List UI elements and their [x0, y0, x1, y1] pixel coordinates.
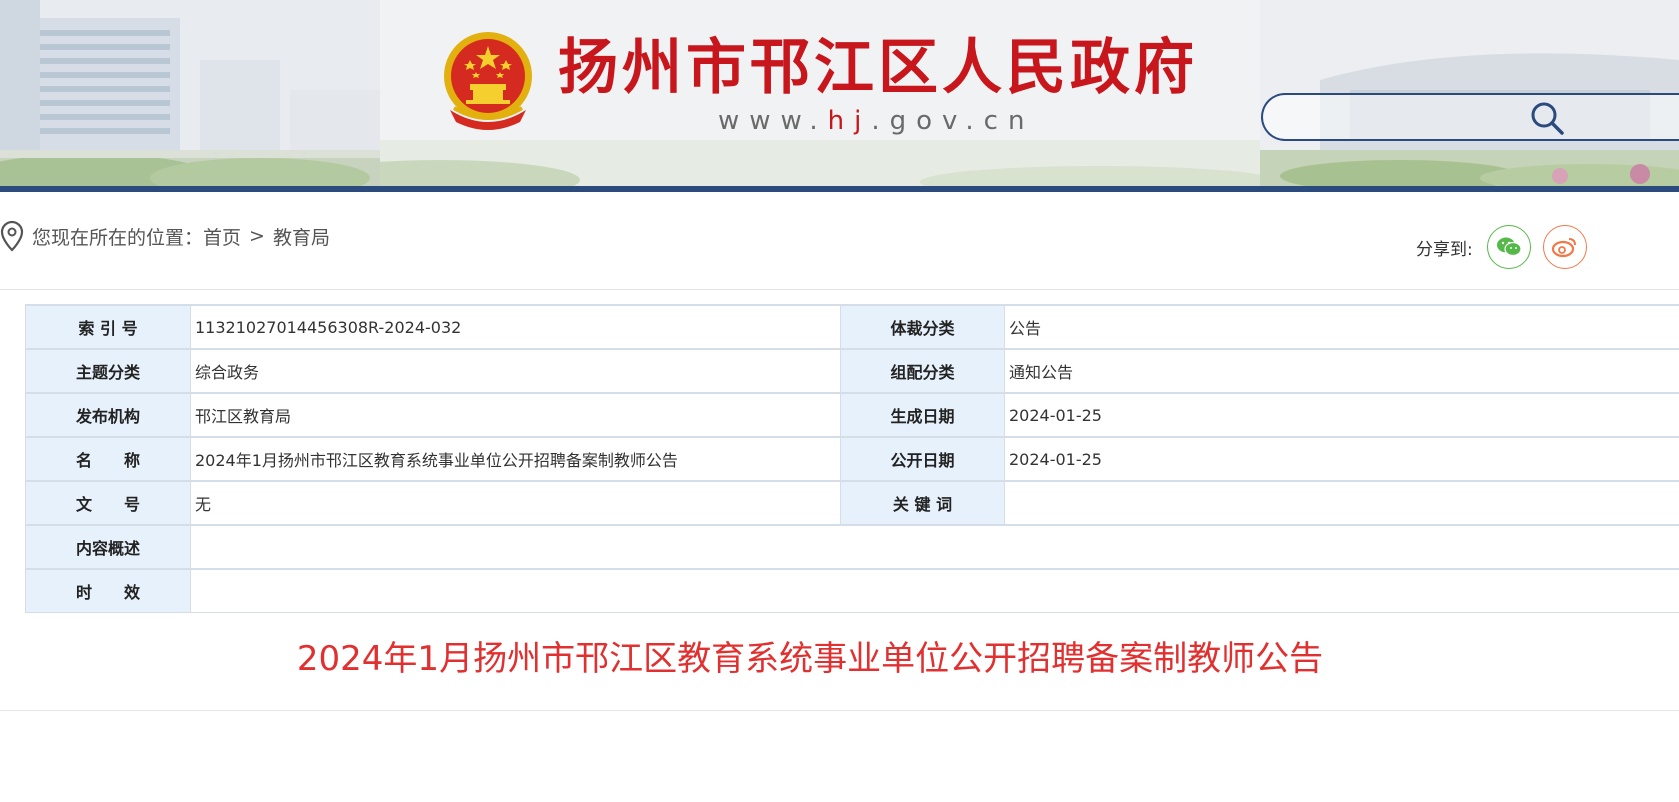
article-title-divider: [0, 710, 1679, 711]
index-number-label: 索 引 号: [25, 304, 191, 350]
header-bottom-bar: [0, 186, 1679, 192]
genre-label: 体裁分类: [840, 304, 1005, 350]
publish-date-label: 公开日期: [840, 436, 1005, 482]
site-url-highlight: hj: [827, 106, 872, 136]
table-row: 索 引 号 11321027014456308R-2024-032 体裁分类 公…: [25, 304, 1679, 350]
doc-name-label: 名 称: [25, 436, 191, 482]
grouping-category-value: 通知公告: [1004, 348, 1679, 394]
summary-value: [190, 524, 1679, 570]
table-row: 时 效: [25, 568, 1679, 613]
share-weibo-button[interactable]: [1542, 225, 1587, 269]
breadcrumb-separator: >: [249, 225, 265, 247]
table-row: 发布机构 邗江区教育局 生成日期 2024-01-25: [25, 392, 1679, 438]
topic-category-label: 主题分类: [25, 348, 191, 394]
publisher-value: 邗江区教育局: [190, 392, 841, 438]
breadcrumb-home-link[interactable]: 首页: [203, 223, 241, 250]
weibo-icon: [1551, 238, 1576, 258]
keywords-value: [1004, 480, 1679, 526]
doc-number-label: 文 号: [25, 480, 191, 526]
table-row: 文 号 无 关 键 词: [25, 480, 1679, 526]
search-box: [1261, 93, 1679, 141]
topic-category-value: 综合政务: [190, 348, 841, 394]
table-row: 名 称 2024年1月扬州市邗江区教育系统事业单位公开招聘备案制教师公告 公开日…: [25, 436, 1679, 482]
grouping-category-label: 组配分类: [840, 348, 1005, 394]
article-title: 2024年1月扬州市邗江区教育系统事业单位公开招聘备案制教师公告: [296, 639, 1324, 679]
site-url-suffix: .gov.cn: [871, 106, 1035, 136]
index-number-value: 11321027014456308R-2024-032: [190, 304, 841, 350]
site-header: 扬州市邗江区人民政府 www.hj.gov.cn: [0, 0, 1679, 186]
publisher-label: 发布机构: [25, 392, 191, 438]
doc-name-value: 2024年1月扬州市邗江区教育系统事业单位公开招聘备案制教师公告: [190, 436, 841, 482]
genre-value: 公告: [1004, 304, 1679, 350]
table-row: 主题分类 综合政务 组配分类 通知公告: [25, 348, 1679, 394]
validity-label: 时 效: [25, 568, 191, 613]
breadcrumb-divider: [0, 289, 1679, 290]
share-wechat-button[interactable]: [1486, 225, 1531, 269]
keywords-label: 关 键 词: [840, 480, 1005, 526]
created-date-label: 生成日期: [840, 392, 1005, 438]
search-input[interactable]: [1283, 103, 1527, 133]
publish-date-value: 2024-01-25: [1004, 436, 1679, 482]
location-pin-icon: [0, 220, 24, 252]
doc-number-value: 无: [190, 480, 841, 526]
summary-label: 内容概述: [25, 524, 191, 570]
created-date-value: 2024-01-25: [1004, 392, 1679, 438]
national-emblem-icon: [440, 30, 536, 134]
site-url-prefix: www.: [718, 106, 828, 136]
validity-value: [190, 568, 1679, 613]
site-title: 扬州市邗江区人民政府: [558, 33, 1198, 103]
wechat-icon: [1496, 237, 1522, 257]
share-label: 分享到:: [1416, 239, 1473, 260]
breadcrumb: 您现在所在的位置： 首页 > 教育局: [0, 216, 330, 256]
share-bar: 分享到:: [1416, 222, 1599, 272]
search-icon[interactable]: [1530, 101, 1564, 135]
table-row: 内容概述: [25, 524, 1679, 570]
breadcrumb-current-link[interactable]: 教育局: [273, 223, 330, 250]
document-info-table: 索 引 号 11321027014456308R-2024-032 体裁分类 公…: [25, 304, 1679, 613]
site-url: www.hj.gov.cn: [718, 106, 1034, 136]
breadcrumb-prefix: 您现在所在的位置：: [32, 226, 204, 249]
header-scenery-left: [0, 0, 380, 186]
